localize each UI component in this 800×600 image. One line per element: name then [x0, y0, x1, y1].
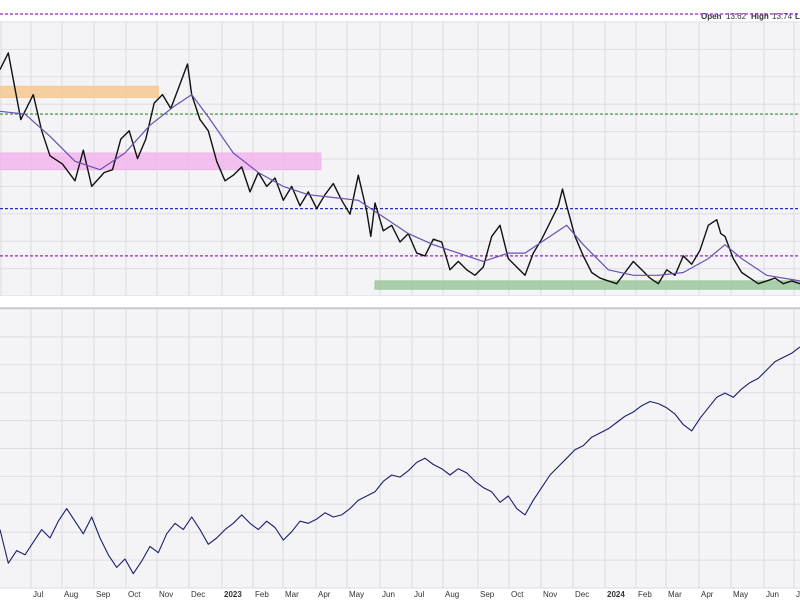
lower-x-tick-label: Oct: [128, 590, 141, 599]
lower-x-tick-label: 2023: [224, 590, 242, 599]
support-resistance-zone: [0, 85, 159, 98]
ohlc-readout: Open 13.62 High 13.74 L: [701, 12, 800, 21]
high-label: High: [751, 12, 769, 21]
lower-x-tick-label: May: [349, 590, 364, 599]
lower-x-tick-label: Feb: [638, 590, 652, 599]
lower-x-tick-label: Apr: [318, 590, 331, 599]
lower-x-tick-label: Dec: [575, 590, 589, 599]
low-label: L: [795, 12, 800, 21]
lower-x-tick-label: Mar: [668, 590, 682, 599]
high-value: 13.74: [772, 12, 793, 21]
lower-x-tick-label: 2024: [607, 590, 625, 599]
lower-x-tick-label: Jul: [33, 590, 43, 599]
open-value: 13.62: [726, 12, 747, 21]
lower-x-tick-label: Dec: [191, 590, 205, 599]
panel-separator: [0, 296, 800, 308]
upper-panel: nJulAugSepOctNovDec2023FebMarAprMayJunJu…: [0, 13, 800, 308]
lower-x-tick-label: Sep: [96, 590, 111, 599]
lower-x-tick-label: Nov: [543, 590, 557, 599]
open-label: Open: [701, 12, 722, 21]
lower-x-tick-label: Apr: [701, 590, 714, 599]
lower-x-tick-label: Aug: [64, 590, 78, 599]
support-resistance-zone: [0, 152, 322, 171]
lower-x-tick-label: Jul: [414, 590, 424, 599]
lower-x-tick-label: Oct: [511, 590, 524, 599]
lower-x-tick-label: Jun: [382, 590, 395, 599]
lower-x-tick-label: Feb: [255, 590, 269, 599]
lower-x-tick-label: Sep: [480, 590, 495, 599]
lower-x-tick-label: Aug: [445, 590, 459, 599]
lower-panel: Jul Aug Sep Oct Nov Dec 2023 Feb Mar Apr May Jun Jul…: [0, 308, 800, 599]
support-resistance-zone: [374, 280, 800, 290]
lower-x-tick-label: Mar: [285, 590, 299, 599]
lower-x-tick-label: Jul: [796, 590, 800, 599]
stock-chart: Open 13.62 High 13.74 L nJulAugSepOctNov…: [0, 0, 800, 600]
lower-x-tick-label: May: [733, 590, 748, 599]
lower-x-tick-label: Jun: [766, 590, 779, 599]
lower-x-tick-label: Nov: [159, 590, 173, 599]
